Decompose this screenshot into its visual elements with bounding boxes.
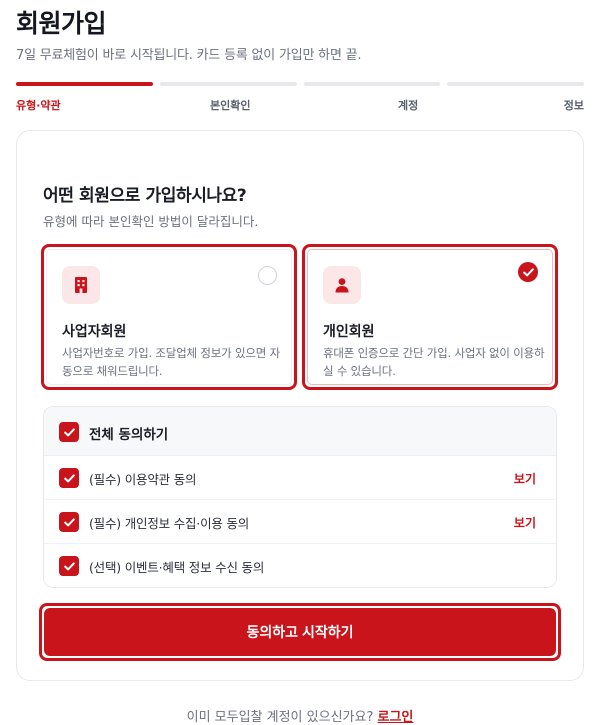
- agreement-row-privacy[interactable]: (필수) 개인정보 수집·이용 동의 보기: [44, 500, 556, 544]
- agree-and-start-button[interactable]: 동의하고 시작하기: [44, 608, 556, 656]
- agreement-row-terms[interactable]: (필수) 이용약관 동의 보기: [44, 456, 556, 500]
- step-bar-3: [303, 82, 441, 86]
- member-type-description: 유형에 따라 본인확인 방법이 달라집니다.: [43, 214, 259, 229]
- privacy-view-link[interactable]: 보기: [514, 514, 536, 531]
- progress-stepper: [16, 82, 584, 86]
- step-bar-2: [159, 82, 297, 86]
- check-icon: [63, 561, 75, 570]
- check-icon: [63, 473, 75, 482]
- personal-radio-checked[interactable]: [518, 262, 538, 282]
- login-prompt-line: 이미 모두입찰 계정이 있으신가요? 로그인: [0, 706, 600, 725]
- member-type-business-card[interactable]: 사업자회원 사업자번호로 가입. 조달업체 정보가 있으면 자동으로 채워드립니…: [41, 244, 297, 390]
- step-label-account: 계정: [398, 99, 419, 112]
- page-title: 회원가입: [16, 9, 107, 38]
- building-icon: [62, 266, 100, 304]
- person-icon: [323, 266, 361, 304]
- step-labels: 유형·약관 본인확인 계정 정보: [16, 97, 584, 112]
- personal-type-name: 개인회원: [323, 324, 375, 340]
- agree-all-label: 전체 동의하기: [89, 427, 169, 443]
- check-icon: [63, 427, 75, 436]
- member-type-question: 어떤 회원으로 가입하시나요?: [43, 186, 247, 206]
- marketing-label: (선택) 이벤트·혜택 정보 수신 동의: [89, 560, 265, 575]
- step-label-type-terms: 유형·약관: [16, 99, 61, 112]
- login-link[interactable]: 로그인: [378, 710, 414, 725]
- check-icon: [63, 517, 75, 526]
- check-icon: [522, 267, 534, 276]
- terms-view-link[interactable]: 보기: [514, 470, 536, 487]
- member-type-personal-card[interactable]: 개인회원 휴대폰 인증으로 간단 가입. 사업자 없이 이용하실 수 있습니다.: [302, 244, 558, 390]
- page-subtitle: 7일 무료체험이 바로 시작됩니다. 카드 등록 없이 가입만 하면 끝.: [16, 48, 362, 63]
- agree-all-row[interactable]: 전체 동의하기: [44, 407, 556, 456]
- step-label-info: 정보: [563, 99, 584, 112]
- privacy-checkbox[interactable]: [59, 512, 79, 532]
- terms-label: (필수) 이용약관 동의: [89, 472, 197, 487]
- step-label-verification: 본인확인: [210, 99, 251, 112]
- login-prompt-text: 이미 모두입찰 계정이 있으신가요?: [186, 710, 374, 725]
- step-bar-4: [447, 82, 584, 86]
- business-type-name: 사업자회원: [62, 324, 127, 340]
- privacy-label: (필수) 개인정보 수집·이용 동의: [89, 516, 250, 531]
- agreements-box: 전체 동의하기 (필수) 이용약관 동의 보기 (필수) 개인정보 수집·이용 …: [43, 406, 557, 588]
- terms-checkbox[interactable]: [59, 468, 79, 488]
- personal-type-description: 휴대폰 인증으로 간단 가입. 사업자 없이 이용하실 수 있습니다.: [323, 346, 545, 378]
- marketing-checkbox[interactable]: [59, 556, 79, 576]
- business-type-description: 사업자번호로 가입. 조달업체 정보가 있으면 자동으로 채워드립니다.: [62, 346, 280, 378]
- business-radio[interactable]: [258, 266, 277, 285]
- agree-all-checkbox[interactable]: [59, 422, 79, 442]
- agreement-row-marketing[interactable]: (선택) 이벤트·혜택 정보 수신 동의: [44, 544, 556, 587]
- step-bar-1: [16, 82, 153, 86]
